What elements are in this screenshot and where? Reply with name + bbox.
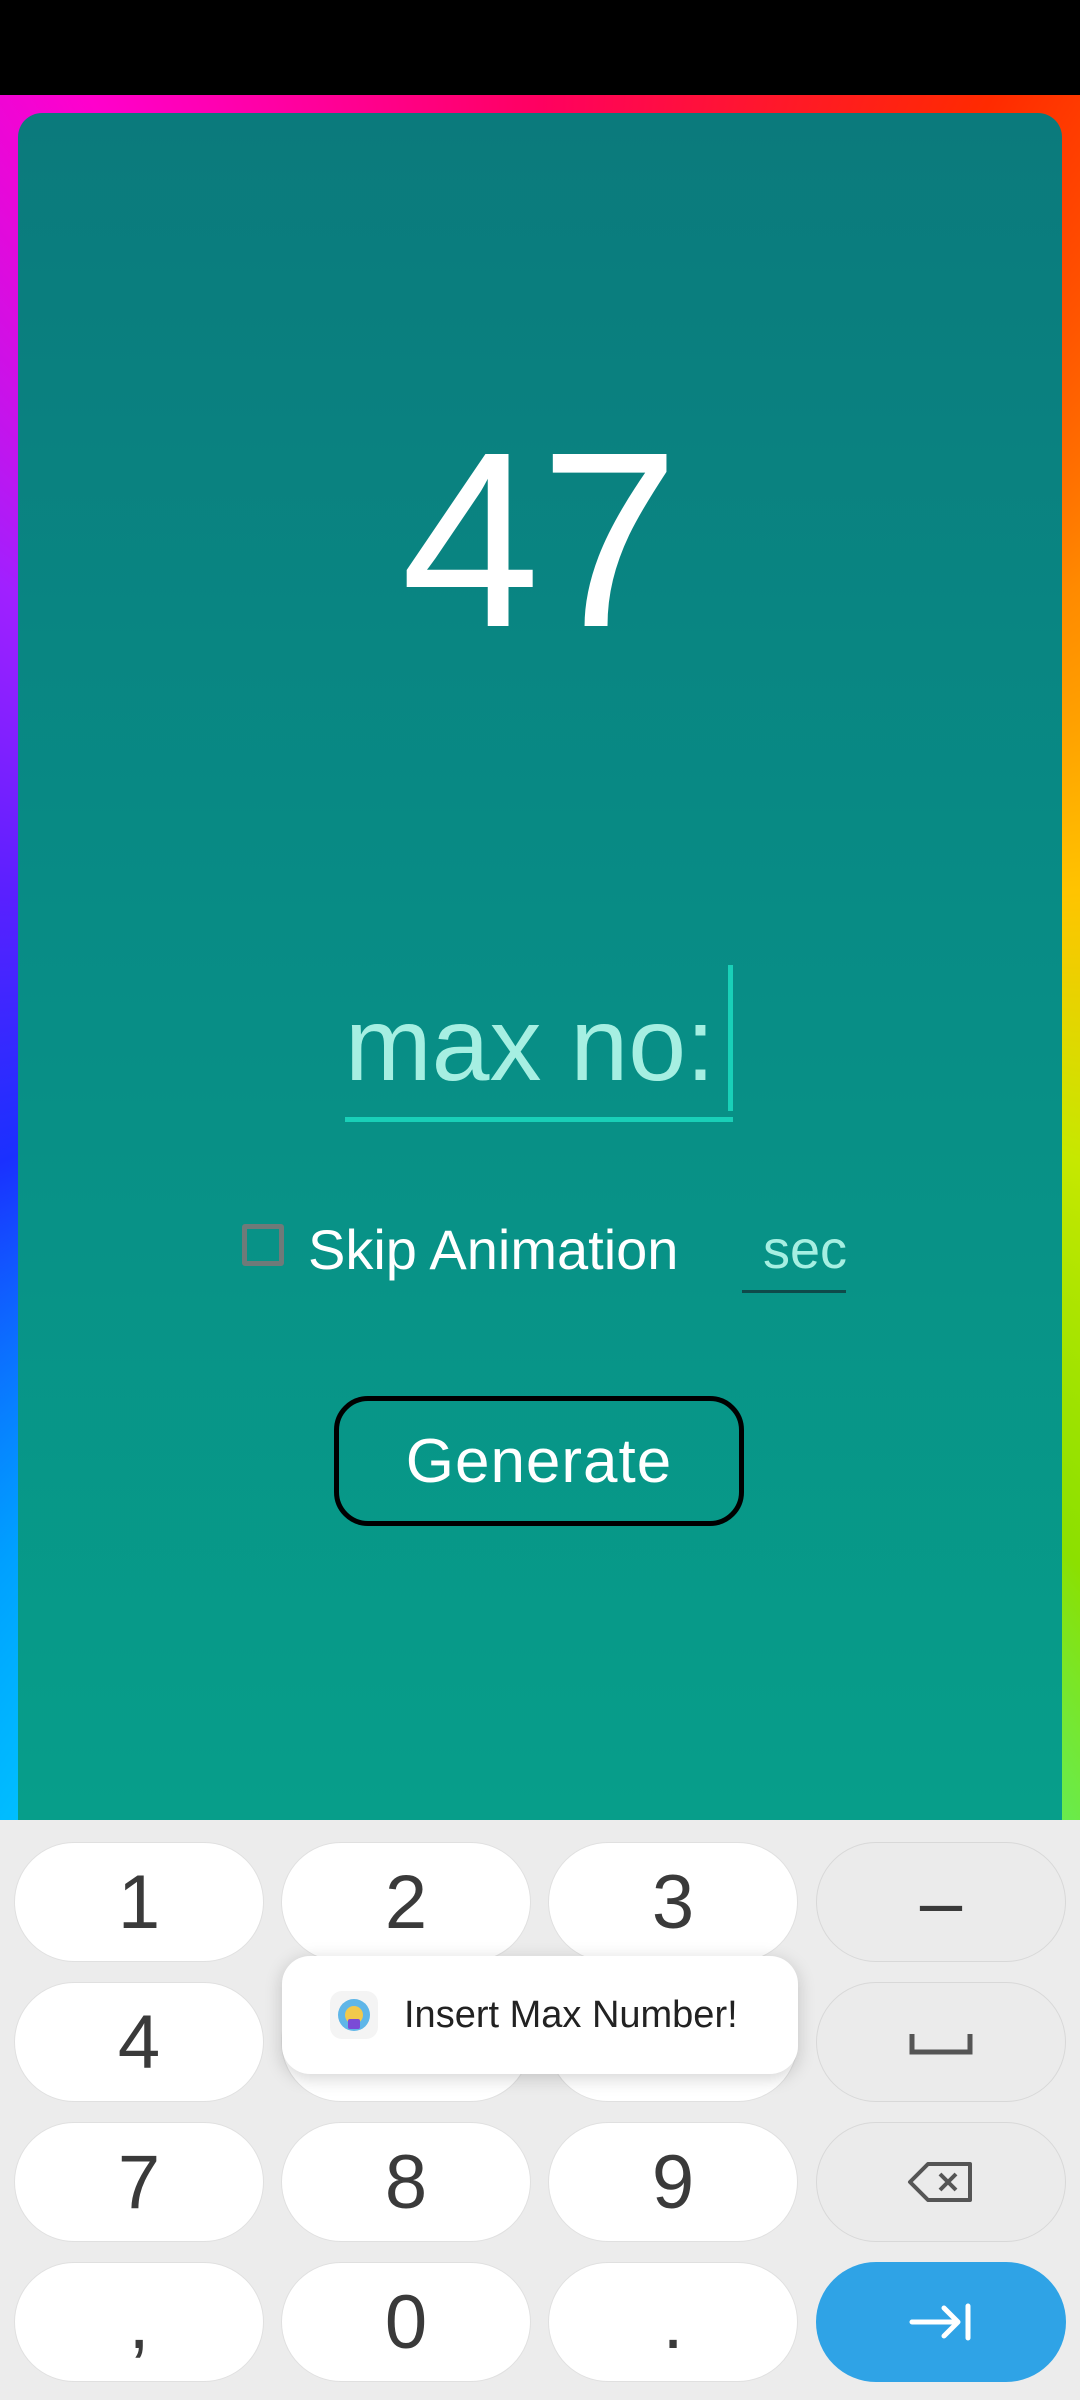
- random-number-display: 47: [400, 400, 680, 679]
- tab-next-icon: [909, 2303, 971, 2341]
- seconds-placeholder: sec: [763, 1220, 848, 1280]
- key-minus[interactable]: –: [816, 1842, 1066, 1962]
- key-4[interactable]: 4: [14, 1982, 264, 2102]
- key-backspace[interactable]: [816, 2122, 1066, 2242]
- key-8[interactable]: 8: [281, 2122, 531, 2242]
- key-1[interactable]: 1: [14, 1842, 264, 1962]
- max-number-input[interactable]: max no:: [345, 955, 733, 1122]
- skip-animation-checkbox[interactable]: [242, 1224, 284, 1266]
- key-next[interactable]: [816, 2262, 1066, 2382]
- key-7[interactable]: 7: [14, 2122, 264, 2242]
- status-bar: [0, 0, 1080, 95]
- backspace-icon: [908, 2162, 972, 2202]
- text-cursor: [728, 965, 733, 1111]
- toast-message: Insert Max Number!: [404, 1993, 738, 2036]
- key-3[interactable]: 3: [548, 1842, 798, 1962]
- skip-animation-label: Skip Animation: [308, 1218, 679, 1281]
- key-space[interactable]: [816, 1982, 1066, 2102]
- seconds-input[interactable]: sec: [742, 1208, 848, 1293]
- key-comma[interactable]: ,: [14, 2262, 264, 2382]
- key-2[interactable]: 2: [281, 1842, 531, 1962]
- generate-button[interactable]: Generate: [334, 1396, 744, 1526]
- key-period[interactable]: .: [548, 2262, 798, 2382]
- space-icon: [909, 2034, 973, 2055]
- max-number-placeholder: max no:: [345, 987, 715, 1103]
- key-9[interactable]: 9: [548, 2122, 798, 2242]
- app-icon: [330, 1991, 378, 2039]
- toast-notification: Insert Max Number!: [282, 1956, 798, 2074]
- numeric-keyboard: 1 2 3 – 4 5 6 7 8 9 , 0 .: [0, 1820, 1080, 2400]
- key-0[interactable]: 0: [281, 2262, 531, 2382]
